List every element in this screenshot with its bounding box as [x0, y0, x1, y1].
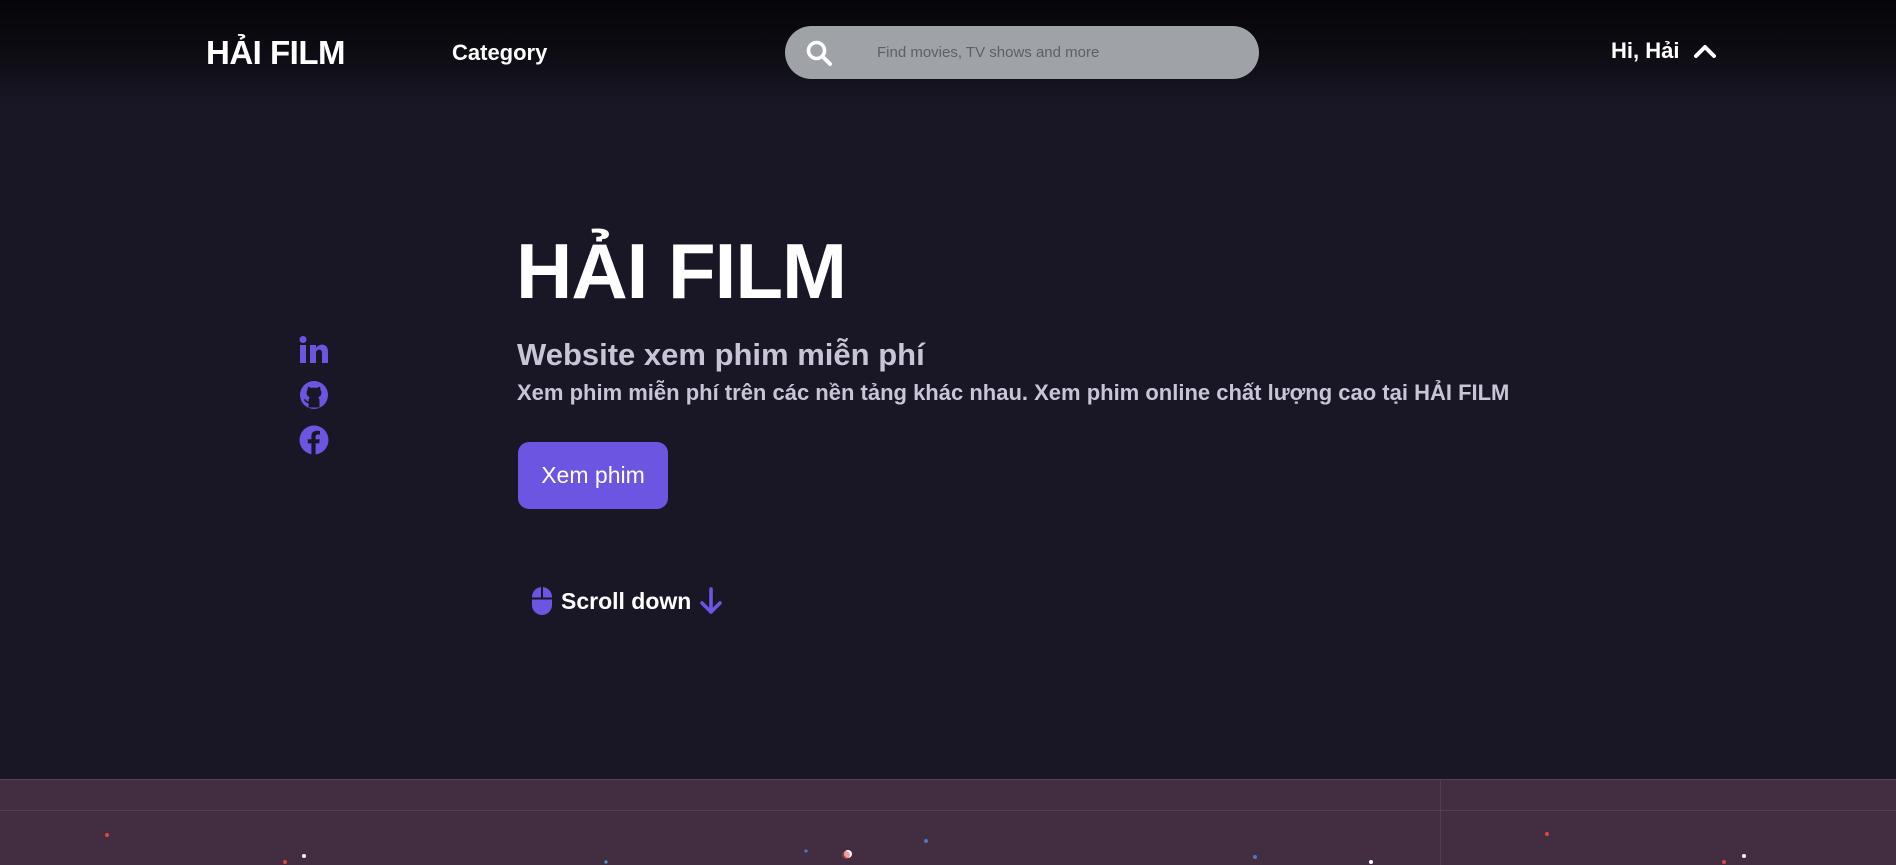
nav-category[interactable]: Category [452, 40, 547, 66]
movie-banner-strip [0, 779, 1896, 865]
hero-subtitle: Website xem phim miễn phí [517, 337, 925, 372]
banner-particles [105, 832, 1746, 864]
scroll-down-label: Scroll down [561, 587, 692, 614]
scroll-down-link[interactable]: Scroll down [531, 586, 723, 616]
github-icon [300, 381, 328, 409]
chevron-up-icon[interactable] [1693, 39, 1717, 63]
social-linkedin[interactable] [298, 334, 330, 366]
social-links [298, 334, 330, 469]
social-github[interactable] [298, 379, 330, 411]
hero-description: Xem phim miễn phí trên các nền tảng khác… [517, 380, 1510, 405]
user-menu[interactable]: Hi, Hải [1611, 38, 1717, 64]
facebook-icon [299, 425, 329, 455]
page: HẢI FILM Category Hi, Hải [0, 0, 1896, 865]
site-logo[interactable]: HẢI FILM [206, 34, 345, 72]
search-box[interactable] [785, 26, 1259, 79]
search-input[interactable] [875, 26, 1235, 79]
header: HẢI FILM Category Hi, Hải [0, 0, 1896, 106]
user-greeting: Hi, Hải [1611, 38, 1680, 63]
watch-movies-button[interactable]: Xem phim [518, 442, 668, 509]
arrow-down-icon [700, 587, 723, 614]
linkedin-icon [299, 336, 328, 363]
social-facebook[interactable] [298, 424, 330, 456]
mouse-icon [532, 587, 552, 615]
hero-title: HẢI FILM [516, 227, 847, 315]
search-icon[interactable] [805, 39, 833, 67]
